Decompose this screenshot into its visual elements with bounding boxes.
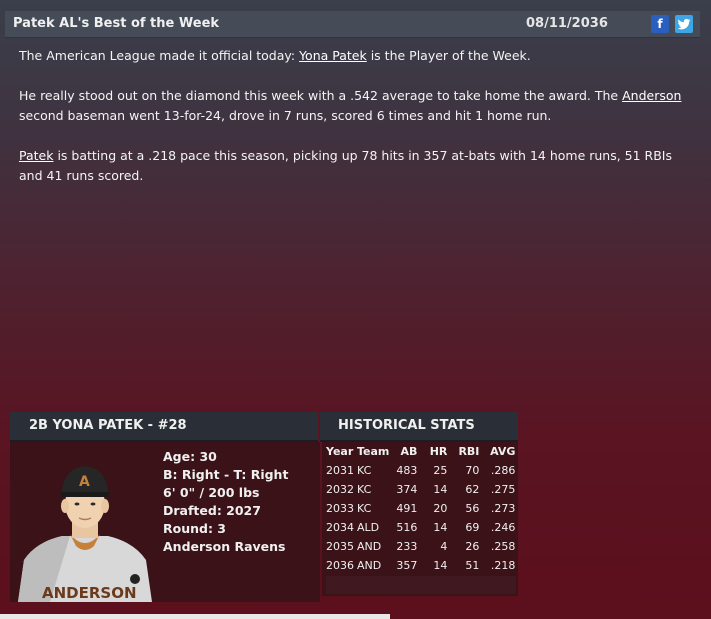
player-age: Age: 30 xyxy=(163,449,217,464)
cell-rbi: 56 xyxy=(465,502,480,515)
col-year: Year xyxy=(326,445,354,458)
cell-ab: 491 xyxy=(396,502,418,515)
player-link-patek[interactable]: Patek xyxy=(19,148,53,163)
stats-footer-row xyxy=(326,576,516,594)
cell-hr: 20 xyxy=(433,502,448,515)
historical-stats-table: Year Team AB HR RBI AVG 2031 KC 483 25 7… xyxy=(322,442,515,575)
facebook-share-button[interactable]: f xyxy=(651,15,669,33)
player-name-heading[interactable]: 2B YONA PATEK - #28 xyxy=(29,418,187,433)
cell-year: 2033 xyxy=(326,502,354,515)
cell-year: 2035 xyxy=(326,540,354,553)
article-paragraph-1: The American League made it official tod… xyxy=(19,46,699,66)
col-ab: AB xyxy=(400,445,418,458)
cap-logo: A xyxy=(79,474,90,490)
cell-ab: 516 xyxy=(396,521,418,534)
article-text: is batting at a .218 pace this season, p… xyxy=(19,148,673,183)
cell-hr: 14 xyxy=(433,521,448,534)
news-article: The American League made it official tod… xyxy=(19,46,699,206)
cell-ab: 374 xyxy=(396,483,418,496)
player-card-header: 2B YONA PATEK - #28 xyxy=(10,412,318,442)
news-title: Patek AL's Best of the Week xyxy=(13,16,220,31)
stats-row: 2035 AND 233 4 26 .258 xyxy=(322,537,515,556)
article-text: He really stood out on the diamond this … xyxy=(19,88,623,103)
cell-avg: .286 xyxy=(490,464,516,477)
cell-rbi: 26 xyxy=(465,540,480,553)
cell-avg: .273 xyxy=(490,502,516,515)
cell-avg: .275 xyxy=(490,483,516,496)
stats-header-row: Year Team AB HR RBI AVG xyxy=(322,442,515,461)
cell-avg: .258 xyxy=(490,540,516,553)
cell-year: 2032 xyxy=(326,483,354,496)
cell-year: 2034 xyxy=(326,521,354,534)
cell-rbi: 70 xyxy=(465,464,480,477)
facebook-icon: f xyxy=(657,17,663,31)
col-team: Team xyxy=(357,445,390,458)
cell-rbi: 69 xyxy=(465,521,480,534)
cell-rbi: 51 xyxy=(465,559,480,572)
team-link-anderson[interactable]: Anderson xyxy=(622,88,681,103)
cell-team: AND xyxy=(357,540,382,553)
player-card: ANDERSON A Age: 30 B: Right - T: Right 6… xyxy=(10,442,320,602)
bottom-scrollbar[interactable] xyxy=(0,614,390,619)
cell-rbi: 62 xyxy=(465,483,480,496)
player-height-weight: 6' 0" / 200 lbs xyxy=(163,485,260,500)
stats-row: 2031 KC 483 25 70 .286 xyxy=(322,461,515,480)
cell-avg: .218 xyxy=(490,559,516,572)
player-link-yona-patek[interactable]: Yona Patek xyxy=(299,48,367,63)
player-draft-round: Round: 3 xyxy=(163,521,227,536)
stats-row: 2036 AND 357 14 51 .218 xyxy=(322,556,515,575)
player-team[interactable]: Anderson Ravens xyxy=(163,538,288,556)
cell-team: AND xyxy=(357,559,382,572)
article-paragraph-3: Patek is batting at a .218 pace this sea… xyxy=(19,146,699,186)
cell-hr: 25 xyxy=(433,464,448,477)
historical-stats-title: HISTORICAL STATS xyxy=(338,418,475,433)
twitter-icon xyxy=(677,18,691,30)
player-bio: Age: 30 B: Right - T: Right 6' 0" / 200 … xyxy=(163,448,288,556)
historical-stats-header: HISTORICAL STATS xyxy=(320,412,518,442)
article-paragraph-2: He really stood out on the diamond this … xyxy=(19,86,699,126)
player-portrait[interactable]: ANDERSON A xyxy=(10,442,160,602)
player-drafted: Drafted: 2027 xyxy=(163,503,261,518)
col-hr: HR xyxy=(429,445,448,458)
col-avg: AVG xyxy=(490,445,516,458)
cell-ab: 483 xyxy=(396,464,418,477)
article-text: is the Player of the Week. xyxy=(366,48,531,63)
article-text: The American League made it official tod… xyxy=(19,48,300,63)
cell-hr: 14 xyxy=(433,559,448,572)
historical-stats-panel: Year Team AB HR RBI AVG 2031 KC 483 25 7… xyxy=(322,442,518,596)
stats-row: 2033 KC 491 20 56 .273 xyxy=(322,499,515,518)
player-bats-throws: B: Right - T: Right xyxy=(163,467,289,482)
col-rbi: RBI xyxy=(458,445,480,458)
cell-team: KC xyxy=(357,483,372,496)
twitter-share-button[interactable] xyxy=(675,15,693,33)
cell-ab: 233 xyxy=(396,540,418,553)
stats-row: 2034 ALD 516 14 69 .246 xyxy=(322,518,515,537)
player-portrait-image: ANDERSON A xyxy=(18,466,152,602)
cell-team: KC xyxy=(357,502,372,515)
cell-ab: 357 xyxy=(396,559,418,572)
cell-team: KC xyxy=(357,464,372,477)
article-text: second baseman went 13-for-24, drove in … xyxy=(19,108,552,123)
cell-hr: 4 xyxy=(440,540,448,553)
cell-hr: 14 xyxy=(433,483,448,496)
news-header-bar: Patek AL's Best of the Week 08/11/2036 f xyxy=(5,11,700,38)
news-date: 08/11/2036 xyxy=(526,16,608,31)
cell-team: ALD xyxy=(357,521,380,534)
cell-avg: .246 xyxy=(490,521,516,534)
cell-year: 2036 xyxy=(326,559,354,572)
cell-year: 2031 xyxy=(326,464,354,477)
jersey-lettering: ANDERSON xyxy=(42,584,137,602)
stats-row: 2032 KC 374 14 62 .275 xyxy=(322,480,515,499)
